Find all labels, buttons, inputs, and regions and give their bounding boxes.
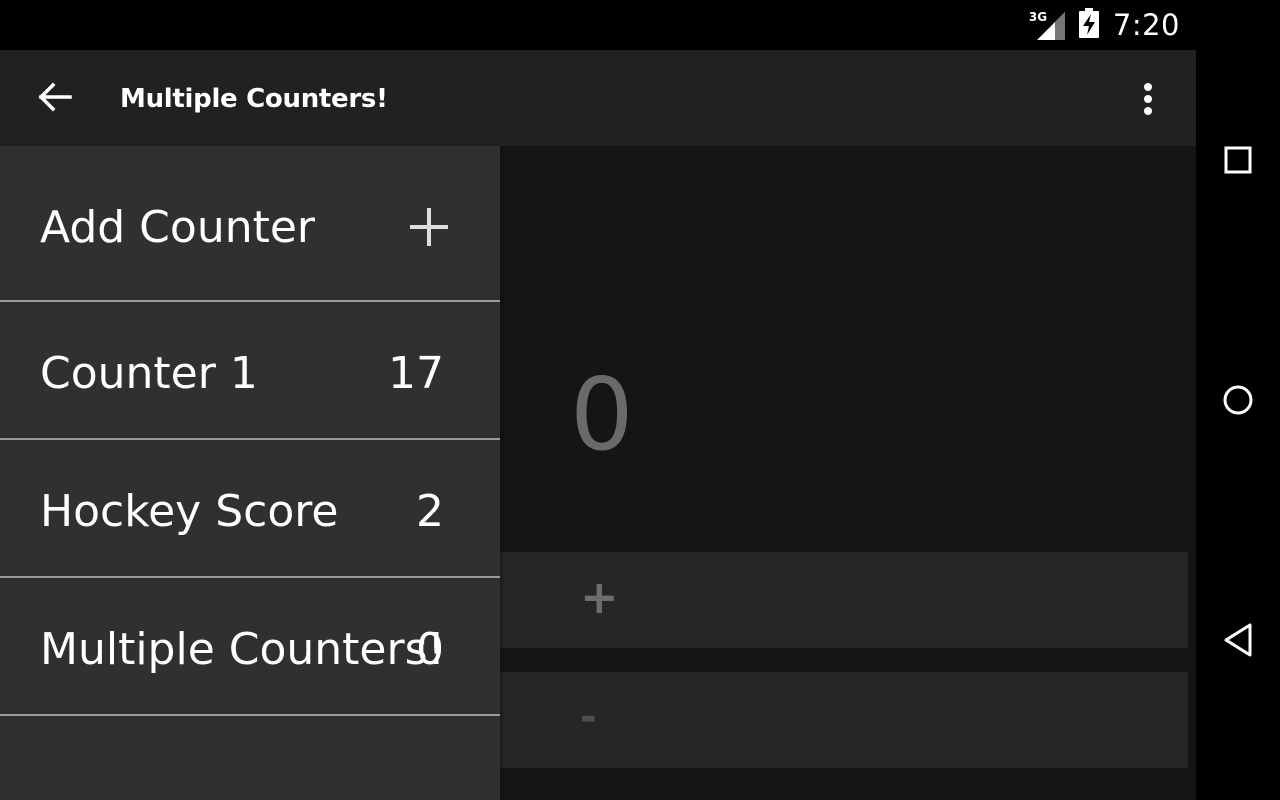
counter-count: 17 — [388, 348, 444, 399]
counter-count: 2 — [416, 486, 444, 537]
increment-label: + — [580, 570, 619, 624]
counter-value: 0 — [570, 356, 634, 473]
battery-charging-icon — [1078, 7, 1099, 43]
app-screen: 3G 7:20 0 + - Multiple Counters! Add Cou… — [0, 0, 1280, 800]
navigation-drawer: Add Counter Counter 1 17 Hockey Score 2 … — [0, 146, 500, 800]
signal-icon: 3G — [1029, 10, 1065, 40]
system-nav-bar — [1196, 0, 1280, 800]
decrement-button[interactable]: - — [500, 672, 1188, 768]
back-arrow-icon[interactable] — [30, 72, 80, 122]
page-title: Multiple Counters! — [120, 84, 388, 114]
recents-icon[interactable] — [1218, 140, 1258, 180]
back-icon[interactable] — [1218, 620, 1258, 660]
status-bar: 3G 7:20 — [0, 0, 1196, 50]
counter-name: Hockey Score — [40, 486, 339, 537]
overflow-menu-icon[interactable] — [1128, 76, 1168, 122]
decrement-label: - — [580, 694, 597, 740]
clock: 7:20 — [1112, 8, 1180, 42]
counter-list-item[interactable]: Hockey Score 2 — [0, 440, 500, 578]
counter-name: Multiple Counters! — [40, 624, 446, 675]
home-icon[interactable] — [1218, 380, 1258, 420]
counter-list-item[interactable]: Counter 1 17 — [0, 302, 500, 440]
counter-count: 0 — [416, 624, 444, 675]
add-counter-label: Add Counter — [40, 202, 315, 253]
increment-button[interactable]: + — [500, 552, 1188, 648]
app-bar: Multiple Counters! — [0, 50, 1196, 146]
add-counter-item[interactable]: Add Counter — [0, 146, 500, 302]
plus-icon — [408, 206, 450, 248]
counter-name: Counter 1 — [40, 348, 258, 399]
counter-list-item[interactable]: Multiple Counters! 0 — [0, 578, 500, 716]
